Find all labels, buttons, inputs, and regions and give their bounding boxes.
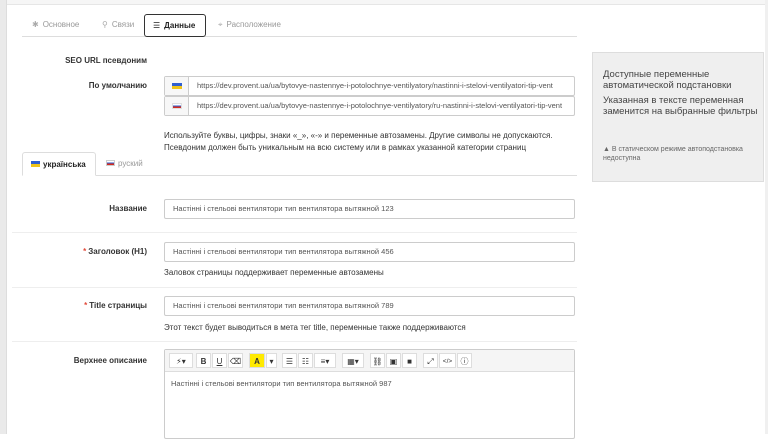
- left-scroll-edge: [0, 0, 7, 434]
- asterisk-icon: ✱: [32, 20, 39, 29]
- magic-icon[interactable]: ⚡▾: [169, 353, 193, 368]
- description-content[interactable]: Настінні і стельові вентилятори тип вент…: [171, 379, 392, 388]
- tab-relations-label: Связи: [111, 20, 135, 29]
- seo-hint-1: Используйте буквы, цифры, знаки «_», «-»…: [164, 131, 553, 140]
- description-editor[interactable]: ⚡▾ B U ⌫ A ▾ ☰ ☷ ≡▾ ▦▾ ⛓ ▣ ■ ⤢ </> ⓘ Нас…: [164, 349, 575, 439]
- link-icon: ⚲: [102, 20, 108, 29]
- image-icon[interactable]: ▣: [386, 353, 401, 368]
- default-label: По умолчанию: [88, 81, 147, 90]
- fullscreen-icon[interactable]: ⤢: [423, 353, 438, 368]
- top-edge: [7, 0, 768, 5]
- seo-hint-2: Псевдоним должен быть уникальным на всю …: [164, 143, 527, 152]
- variables-panel: Доступные переменные автоматической подс…: [592, 52, 764, 182]
- description-label: Верхнее описание: [73, 356, 147, 365]
- seo-url-ru-field[interactable]: https://dev.provent.ua/ua/bytovye-nasten…: [164, 96, 575, 116]
- section-tabs: ✱ Основное ⚲ Связи ☰ Данные ⌖ Расположение: [22, 14, 577, 37]
- h1-label: * Заголовок (H1): [40, 247, 147, 256]
- required-mark: *: [84, 301, 88, 310]
- seo-url-label: SEO URL псевдоним: [65, 56, 147, 65]
- ua-flag-icon: [172, 83, 182, 89]
- tab-main-label: Основное: [42, 20, 80, 29]
- seo-url-ua-field[interactable]: https://dev.provent.ua/ua/bytovye-nasten…: [164, 76, 575, 96]
- tab-lang-ua-label: українська: [43, 160, 86, 169]
- language-tabs: українська руский: [22, 152, 577, 176]
- ru-flag-icon: [172, 103, 182, 109]
- divider: [12, 287, 577, 288]
- tab-main[interactable]: ✱ Основное: [24, 14, 87, 37]
- h1-input[interactable]: Настінні і стельові вентилятори тип вент…: [164, 242, 575, 262]
- title-label: * Title страницы: [40, 301, 147, 310]
- h1-label-text: Заголовок (H1): [88, 247, 147, 256]
- tab-data-label: Данные: [164, 21, 196, 30]
- divider: [12, 341, 577, 342]
- tab-lang-ua[interactable]: українська: [22, 152, 96, 176]
- seo-url-ua-value: https://dev.provent.ua/ua/bytovye-nasten…: [197, 81, 553, 90]
- tab-relations[interactable]: ⚲ Связи: [94, 14, 142, 37]
- info-icon[interactable]: ⓘ: [457, 353, 472, 368]
- underline-icon[interactable]: U: [212, 353, 227, 368]
- panel-title: Доступные переменные автоматической подс…: [603, 69, 732, 91]
- panel-warning: ▲ В статическом режиме автоподстановка н…: [603, 145, 758, 163]
- warning-icon: ▲: [603, 146, 612, 153]
- tab-location-label: Расположение: [226, 20, 281, 29]
- name-input[interactable]: Настінні і стельові вентилятори тип вент…: [164, 199, 575, 219]
- location-icon: ⌖: [218, 20, 223, 29]
- video-icon[interactable]: ■: [402, 353, 417, 368]
- tab-lang-ru-label: руский: [118, 159, 143, 168]
- ua-flag-addon: [165, 77, 189, 95]
- unordered-list-icon[interactable]: ☰: [282, 353, 297, 368]
- app-frame: ✱ Основное ⚲ Связи ☰ Данные ⌖ Расположение S…: [0, 0, 768, 439]
- link-icon[interactable]: ⛓: [370, 353, 385, 368]
- text-color-icon[interactable]: A: [249, 353, 265, 368]
- title-hint: Этот текст будет выводиться в мета тег t…: [164, 323, 466, 332]
- align-icon[interactable]: ≡▾: [314, 353, 336, 368]
- list-icon: ☰: [153, 21, 161, 30]
- panel-warning-text: В статическом режиме автоподстановка нед…: [603, 146, 743, 162]
- ru-flag-icon: [106, 160, 115, 166]
- bold-icon[interactable]: B: [196, 353, 211, 368]
- table-icon[interactable]: ▦▾: [342, 353, 364, 368]
- title-input[interactable]: Настінні і стельові вентилятори тип вент…: [164, 296, 575, 316]
- panel-description: Указанная в тексте переменная заменится …: [603, 95, 758, 117]
- eraser-icon[interactable]: ⌫: [228, 353, 243, 368]
- tab-data[interactable]: ☰ Данные: [144, 14, 206, 37]
- title-label-text: Title страницы: [89, 301, 147, 310]
- h1-hint: Заловок страницы поддерживает переменные…: [164, 268, 384, 277]
- required-mark: *: [83, 247, 87, 256]
- divider: [12, 232, 577, 233]
- ru-flag-addon: [165, 97, 189, 115]
- caret-icon[interactable]: ▾: [266, 353, 277, 368]
- seo-url-ru-value: https://dev.provent.ua/ua/bytovye-nasten…: [197, 101, 563, 110]
- editor-toolbar: ⚡▾ B U ⌫ A ▾ ☰ ☷ ≡▾ ▦▾ ⛓ ▣ ■ ⤢ </> ⓘ: [165, 350, 574, 372]
- tab-location[interactable]: ⌖ Расположение: [210, 14, 289, 37]
- tab-lang-ru[interactable]: руский: [98, 152, 151, 176]
- ua-flag-icon: [31, 161, 40, 167]
- name-label: Название: [109, 204, 147, 213]
- code-icon[interactable]: </>: [439, 353, 456, 368]
- ordered-list-icon[interactable]: ☷: [298, 353, 313, 368]
